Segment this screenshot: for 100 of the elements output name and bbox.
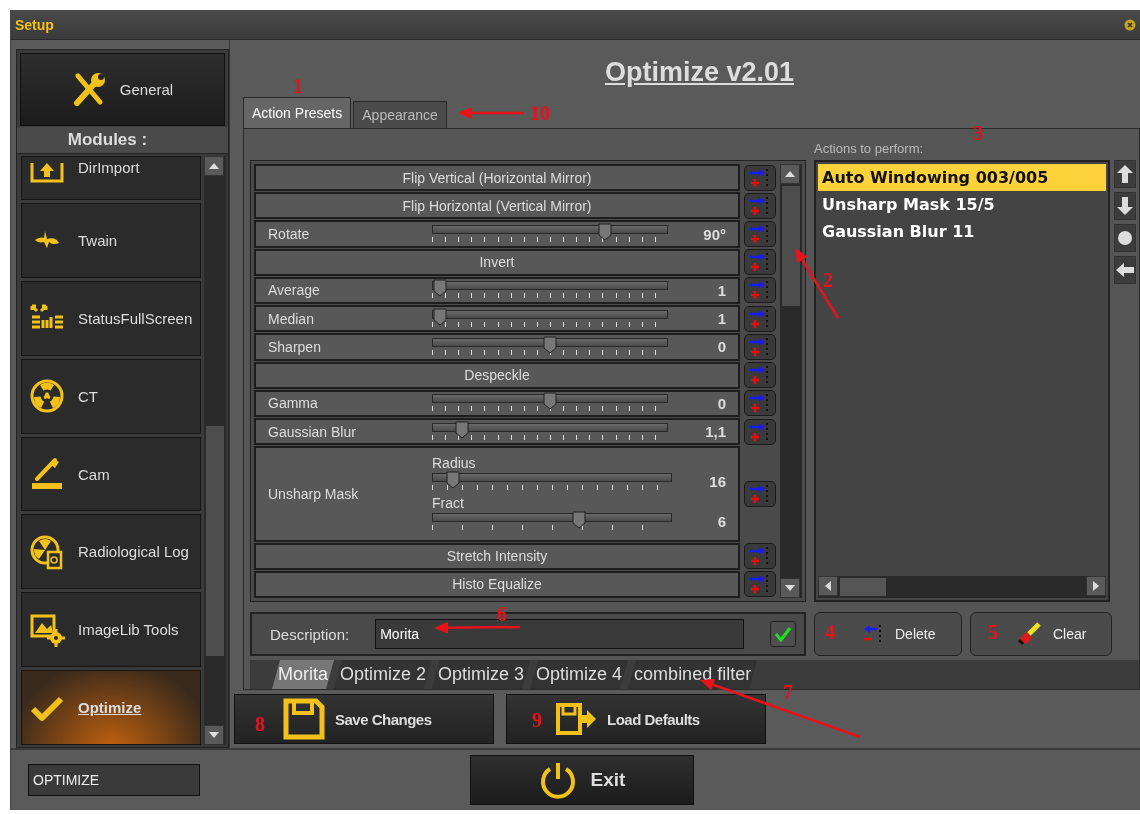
description-label: Description: — [270, 625, 350, 643]
move-up-button[interactable] — [1114, 160, 1136, 188]
add-action-button[interactable] — [744, 362, 776, 389]
filter-button[interactable]: Flip Vertical (Horizontal Mirror) — [254, 164, 740, 192]
action-item[interactable]: Unsharp Mask 15/5 — [818, 191, 1106, 218]
scrollbar[interactable] — [780, 164, 802, 598]
camera-wand-icon — [29, 457, 65, 491]
scroll-thumb[interactable] — [206, 426, 224, 656]
move-down-button[interactable] — [1114, 192, 1136, 220]
filter-label: Gamma — [268, 395, 319, 412]
slider[interactable] — [432, 422, 668, 443]
annotation-number: 1 — [293, 76, 303, 96]
slider-thumb[interactable] — [598, 223, 612, 242]
add-action-button[interactable] — [744, 390, 776, 417]
scroll-up-icon[interactable] — [204, 156, 224, 176]
confirm-button[interactable] — [770, 621, 796, 647]
filter-button[interactable]: Flip Horizontal (Vertical Mirror) — [254, 192, 740, 220]
add-action-button[interactable] — [744, 480, 776, 507]
add-action-button[interactable] — [744, 571, 776, 598]
add-action-button[interactable] — [744, 305, 776, 332]
load-disk-icon — [555, 702, 597, 736]
preset-tab[interactable]: Optimize 3 — [432, 660, 531, 689]
annotation-arrow — [795, 248, 840, 319]
scroll-thumb[interactable] — [840, 578, 886, 596]
add-action-button[interactable] — [744, 164, 776, 191]
module-button[interactable]: CT — [21, 358, 201, 434]
preset-tab[interactable]: Morita — [272, 660, 334, 689]
preset-tab[interactable]: Optimize 2 — [334, 660, 433, 689]
module-button[interactable]: DirImport — [21, 156, 201, 200]
slider[interactable] — [432, 472, 672, 493]
arrow-down-icon — [1117, 197, 1133, 215]
filter-value: 16 — [708, 473, 726, 491]
slider-label: Fract — [432, 494, 465, 511]
scroll-thumb[interactable] — [782, 186, 800, 306]
slider[interactable] — [432, 512, 672, 533]
scroll-right-icon[interactable] — [1086, 576, 1106, 596]
module-button[interactable]: Twain — [21, 203, 201, 278]
scroll-up-icon[interactable] — [780, 164, 800, 184]
scrollbar[interactable] — [204, 156, 226, 745]
filter-button[interactable]: Invert — [254, 248, 740, 276]
dot-button[interactable] — [1114, 224, 1136, 252]
annotation-number: 5 — [988, 622, 998, 642]
annotation-number: 8 — [255, 714, 265, 734]
module-button[interactable]: StatusFullScreen — [21, 280, 201, 356]
modules-header: Modules : — [67, 130, 149, 150]
scrollbar[interactable] — [818, 576, 1106, 598]
add-action-button[interactable] — [744, 333, 776, 360]
module-button[interactable]: ImageLib Tools — [21, 592, 201, 668]
close-icon[interactable] — [1124, 18, 1136, 31]
add-action-button[interactable] — [744, 543, 776, 570]
filter-label: Median — [268, 310, 315, 327]
slider-thumb[interactable] — [433, 279, 447, 298]
add-action-button[interactable] — [744, 277, 776, 304]
scroll-down-icon[interactable] — [780, 578, 800, 598]
filter-label: Unsharp Mask — [268, 485, 360, 502]
scroll-down-icon[interactable] — [204, 725, 224, 745]
slider-thumb[interactable] — [543, 335, 557, 354]
filter-button[interactable]: Despeckle — [254, 361, 740, 389]
actions-label: Actions to perform: — [814, 141, 924, 156]
module-button[interactable]: Cam — [21, 436, 201, 512]
module-button[interactable]: Radiological Log — [21, 514, 201, 590]
slider-thumb[interactable] — [455, 420, 469, 439]
move-left-button[interactable] — [1114, 256, 1136, 284]
annotation-number: 4 — [825, 622, 835, 642]
add-action-button[interactable] — [744, 192, 776, 219]
module-button[interactable]: Optimize — [21, 670, 201, 745]
preset-tab[interactable]: Optimize 4 — [530, 660, 629, 689]
slider-thumb[interactable] — [571, 510, 586, 529]
slider[interactable] — [432, 309, 668, 330]
filter-label: Sharpen — [268, 338, 322, 355]
tab[interactable]: Action Presets — [243, 97, 352, 128]
checkmark-icon — [774, 626, 792, 642]
slider-thumb[interactable] — [433, 307, 447, 326]
filter-label: Rotate — [268, 226, 311, 243]
annotation-number: 10 — [530, 103, 550, 123]
slider-thumb[interactable] — [543, 392, 557, 411]
exit-button[interactable]: Exit — [470, 755, 694, 805]
action-item[interactable]: Auto Windowing 003/005 — [818, 164, 1106, 191]
preset-tab[interactable]: combined filter — [628, 660, 758, 689]
general-button[interactable]: General — [20, 53, 225, 126]
filter-value: 1 — [716, 310, 726, 328]
scroll-left-icon[interactable] — [818, 576, 838, 596]
filter-value: 6 — [716, 513, 726, 531]
add-action-button[interactable] — [744, 221, 776, 248]
tab[interactable]: Appearance — [353, 101, 447, 128]
add-action-button[interactable] — [744, 418, 776, 445]
filter-button[interactable]: Stretch Intensity — [254, 542, 740, 570]
broom-icon — [1017, 622, 1043, 646]
filter-value: 0 — [716, 338, 726, 356]
filter-button[interactable]: Histo Equalize — [254, 570, 740, 598]
filter-value: 0 — [716, 394, 726, 412]
module-name-field[interactable]: OPTIMIZE — [28, 764, 200, 796]
action-item[interactable]: Gaussian Blur 11 — [818, 218, 1106, 245]
arrow-up-icon — [1117, 165, 1133, 183]
annotation-number: 9 — [532, 710, 542, 730]
power-icon — [538, 761, 577, 799]
radiation-log-icon — [29, 533, 65, 570]
add-action-button[interactable] — [744, 249, 776, 276]
slider[interactable] — [432, 337, 668, 358]
slider-thumb[interactable] — [446, 470, 461, 489]
